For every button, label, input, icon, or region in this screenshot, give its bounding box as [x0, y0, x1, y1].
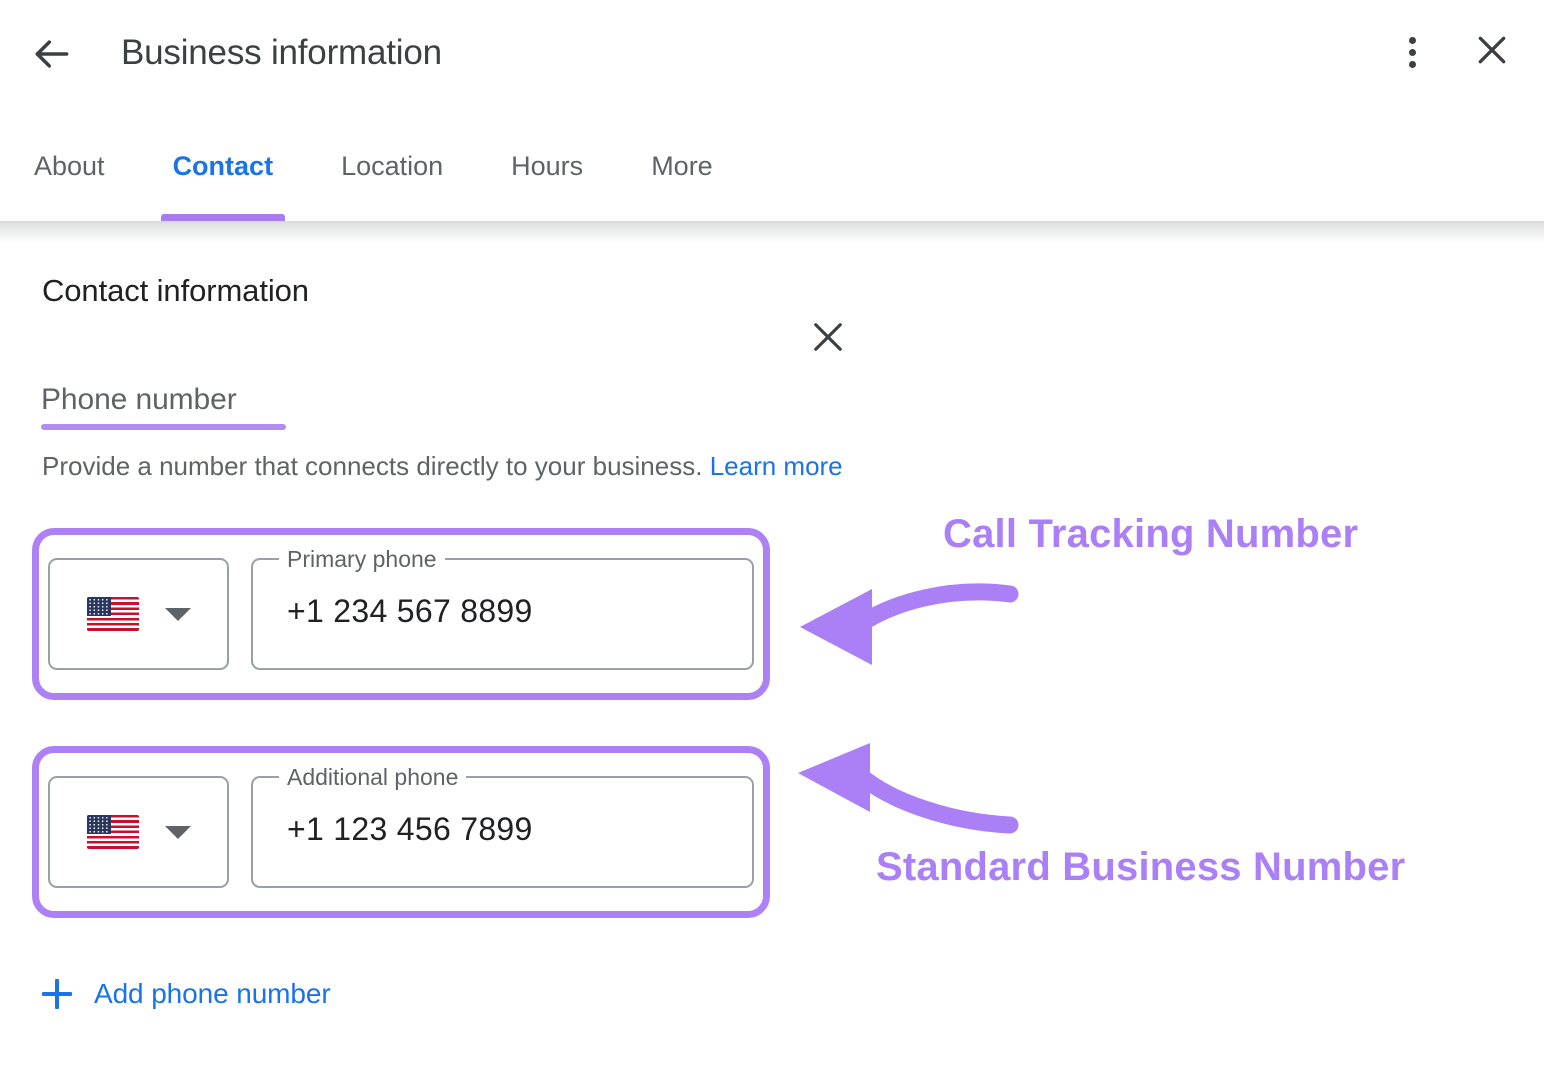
contact-content-panel: Contact information Phone number Provide…	[0, 223, 1544, 1080]
primary-phone-field[interactable]: Primary phone +1 234 567 8899	[251, 544, 754, 670]
tab-contact-label: Contact	[172, 150, 274, 181]
additional-country-selector[interactable]	[48, 776, 229, 888]
overflow-menu-button[interactable]	[1386, 26, 1438, 78]
phone-number-label-highlight	[41, 424, 286, 430]
tab-about[interactable]: About	[0, 110, 139, 222]
tab-contact[interactable]: Contact	[139, 110, 308, 222]
header-shadow	[0, 223, 1544, 243]
chevron-down-icon	[164, 607, 191, 621]
additional-phone-label: Additional phone	[279, 762, 467, 792]
add-phone-number-button[interactable]: Add phone number	[42, 978, 331, 1010]
tab-location-label: Location	[341, 150, 444, 181]
close-button[interactable]	[1466, 26, 1518, 78]
us-flag-icon	[86, 597, 139, 631]
learn-more-link[interactable]: Learn more	[710, 451, 843, 481]
tab-hours-label: Hours	[511, 150, 584, 181]
primary-phone-value: +1 234 567 8899	[287, 593, 533, 629]
tab-about-label: About	[34, 150, 105, 181]
primary-phone-row: Primary phone +1 234 567 8899	[32, 528, 770, 700]
page-title: Business information	[121, 33, 442, 72]
phone-number-group-label: Phone number	[41, 383, 237, 416]
tab-location[interactable]: Location	[307, 110, 477, 222]
section-title: Contact information	[42, 273, 309, 308]
chevron-down-icon	[164, 825, 191, 839]
primary-country-selector[interactable]	[48, 558, 229, 670]
additional-phone-field[interactable]: Additional phone +1 123 456 7899	[251, 762, 754, 888]
app-header: Business information	[0, 0, 1544, 110]
arrow-left-icon	[30, 32, 74, 76]
header-actions	[1386, 26, 1518, 78]
tab-bar: About Contact Location Hours More	[0, 110, 1544, 222]
tab-hours[interactable]: Hours	[477, 110, 617, 222]
additional-phone-value: +1 123 456 7899	[287, 811, 533, 847]
additional-phone-row: Additional phone +1 123 456 7899	[32, 746, 770, 918]
plus-icon	[42, 979, 72, 1009]
header-divider	[0, 221, 1544, 223]
tab-more[interactable]: More	[617, 110, 747, 222]
phone-help-text: Provide a number that connects directly …	[42, 451, 843, 482]
tab-list: About Contact Location Hours More	[0, 110, 747, 222]
primary-phone-label: Primary phone	[279, 544, 445, 574]
close-icon	[807, 316, 849, 363]
back-button[interactable]	[26, 28, 78, 80]
more-vertical-icon	[1408, 36, 1416, 68]
remove-additional-phone-button[interactable]	[800, 311, 856, 367]
phone-help-sentence: Provide a number that connects directly …	[42, 451, 703, 481]
close-icon	[1472, 30, 1512, 75]
us-flag-icon	[86, 815, 139, 849]
add-phone-number-label: Add phone number	[94, 978, 331, 1009]
tab-more-label: More	[651, 150, 713, 181]
